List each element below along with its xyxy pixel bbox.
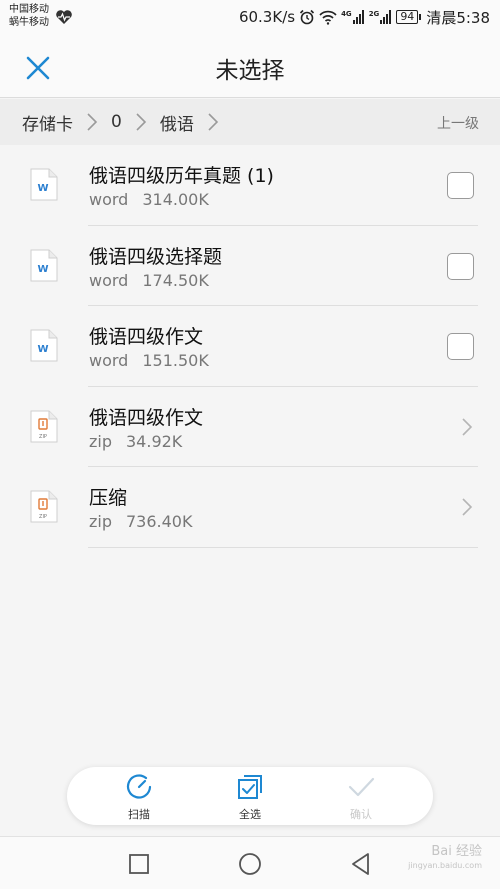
- breadcrumb-item-storage[interactable]: 存储卡: [22, 110, 73, 135]
- word-doc-icon: W: [30, 329, 58, 362]
- zip-file-icon: ZIP: [30, 490, 58, 523]
- alarm-icon: [299, 9, 315, 25]
- page-title: 未选择: [215, 58, 285, 84]
- breadcrumb-path: 存储卡 0 俄语: [22, 99, 232, 145]
- file-type: word: [89, 270, 129, 290]
- select-all-button[interactable]: 全选: [215, 772, 285, 822]
- file-name: 压缩: [89, 487, 128, 509]
- confirm-button[interactable]: 确认: [326, 772, 396, 822]
- list-item[interactable]: W 俄语四级历年真题 (1) word 314.00K: [0, 145, 500, 226]
- scan-button[interactable]: 扫描: [104, 772, 174, 822]
- file-type: zip: [89, 431, 112, 451]
- confirm-label: 确认: [350, 808, 372, 821]
- word-doc-icon: W: [30, 249, 58, 281]
- select-all-label: 全选: [239, 808, 261, 821]
- file-type-label: ZIP: [39, 514, 47, 520]
- chevron-right-icon: [87, 113, 98, 131]
- signal-2-label: 2G: [368, 10, 380, 18]
- status-indicators: 60.3K/s 4G 2G 94 清晨5:38: [235, 7, 490, 27]
- back-icon[interactable]: [348, 851, 374, 877]
- up-level-button[interactable]: 上一级: [437, 113, 479, 133]
- list-item[interactable]: W 俄语四级选择题 word 174.50K: [0, 226, 500, 306]
- file-type: word: [89, 190, 129, 209]
- divider: [88, 546, 478, 548]
- chevron-right-icon: [136, 113, 146, 131]
- home-icon[interactable]: [237, 851, 263, 877]
- wifi-icon: [319, 10, 337, 25]
- file-type-label: W: [37, 264, 48, 275]
- chevron-right-icon[interactable]: [461, 417, 473, 437]
- scan-icon: [126, 774, 152, 799]
- watermark: Bai 经验 jingyan.baidu.com: [408, 845, 482, 873]
- file-size: 151.50K: [142, 351, 209, 370]
- file-type-label: ZIP: [39, 434, 47, 440]
- select-all-icon: [238, 775, 262, 799]
- file-meta: word 314.00K: [89, 190, 209, 209]
- signal-1-label: 4G: [341, 10, 352, 18]
- file-meta: word 151.50K: [89, 351, 209, 370]
- select-checkbox[interactable]: [447, 252, 474, 280]
- file-type: zip: [89, 512, 112, 531]
- watermark-line-1: Bai 经验: [431, 844, 482, 859]
- file-meta: zip 736.40K: [89, 512, 192, 531]
- scan-label: 扫描: [128, 808, 150, 821]
- signal-2-icon: 2G: [369, 10, 393, 24]
- file-meta: word 174.50K: [89, 271, 209, 290]
- zip-file-icon: ZIP: [30, 410, 58, 442]
- signal-1-icon: 4G: [341, 10, 365, 24]
- recent-apps-icon[interactable]: [126, 851, 152, 877]
- status-bar: 中国移动 蜗牛移动 60.3K/s 4G 2G 94 清晨5:38: [0, 0, 500, 36]
- file-name: 俄语四级历年真题 (1): [89, 165, 274, 187]
- select-checkbox[interactable]: [447, 333, 474, 360]
- file-size: 314.00K: [142, 190, 209, 209]
- header: 未选择: [0, 36, 500, 98]
- clock: 清晨5:38: [426, 8, 490, 27]
- carrier-1: 中国移动: [9, 4, 49, 15]
- file-list: W 俄语四级历年真题 (1) word 314.00K W 俄语四级选择题 wor…: [0, 145, 500, 548]
- nav-bar: Bai 经验 jingyan.baidu.com: [0, 836, 500, 889]
- heart-icon: [56, 10, 72, 24]
- file-type-label: W: [37, 344, 48, 355]
- watermark-line-2: jingyan.baidu.com: [408, 861, 482, 870]
- file-size: 34.92K: [126, 431, 183, 451]
- chevron-right-icon[interactable]: [461, 497, 473, 517]
- file-size: 736.40K: [126, 512, 193, 531]
- carrier-2: 蜗牛移动: [9, 17, 49, 28]
- file-name: 俄语四级作文: [89, 326, 204, 348]
- checkmark-icon: [348, 777, 375, 797]
- word-doc-icon: W: [30, 168, 58, 201]
- breadcrumb: 存储卡 0 俄语 上一级: [0, 99, 500, 145]
- list-item[interactable]: W 俄语四级作文 word 151.50K: [0, 306, 500, 387]
- breadcrumb-item-russian[interactable]: 俄语: [160, 110, 194, 135]
- carrier-info: 中国移动 蜗牛移动: [9, 3, 49, 29]
- net-speed: 60.3K/s: [238, 8, 296, 26]
- file-name: 俄语四级选择题: [89, 245, 223, 268]
- file-type-label: W: [37, 183, 48, 194]
- select-checkbox[interactable]: [447, 172, 474, 199]
- file-size: 174.50K: [142, 270, 209, 290]
- breadcrumb-item-0[interactable]: 0: [111, 112, 122, 132]
- file-name: 俄语四级作文: [89, 406, 204, 429]
- file-meta: zip 34.92K: [89, 432, 182, 451]
- list-item[interactable]: ZIP 俄语四级作文 zip 34.92K: [0, 387, 500, 467]
- list-item[interactable]: ZIP 压缩 zip 736.40K: [0, 467, 500, 548]
- file-type: word: [89, 351, 129, 370]
- action-bar: 扫描 全选 确认: [67, 767, 433, 825]
- battery-icon: 94: [396, 10, 422, 24]
- chevron-right-icon: [208, 113, 218, 131]
